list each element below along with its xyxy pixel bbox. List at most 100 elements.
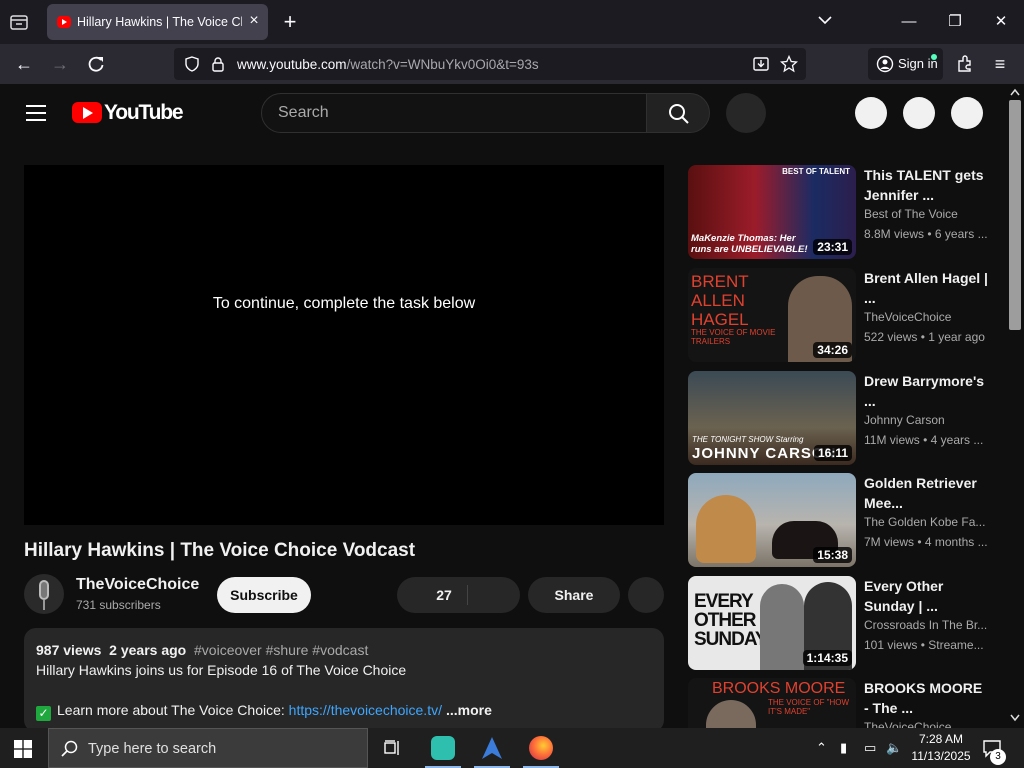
recommendation-channel[interactable]: Best of The Voice xyxy=(864,207,992,221)
taskbar-app-1[interactable] xyxy=(421,728,465,768)
reload-icon[interactable] xyxy=(86,54,106,74)
download-page-icon[interactable] xyxy=(752,55,770,73)
microphone-tray-icon[interactable]: ▮ xyxy=(840,740,856,756)
description-link[interactable]: https://thevoicechoice.tv/ xyxy=(289,702,442,718)
minimize-icon[interactable]: — xyxy=(897,10,921,34)
youtube-logo-text: YouTube xyxy=(104,101,184,124)
thumbnail-subcaption: THE VOICE OF "HOW IT'S MADE" xyxy=(768,698,850,716)
description-text: Hillary Hawkins joins us for Episode 16 … xyxy=(36,662,407,678)
video-duration: 16:11 xyxy=(813,445,852,461)
video-thumbnail[interactable]: 15:38 xyxy=(688,473,856,567)
guide-menu-icon[interactable] xyxy=(26,105,46,121)
account-icon xyxy=(876,55,894,73)
description-more-button[interactable]: ...more xyxy=(446,702,492,718)
recommendation-channel[interactable]: TheVoiceChoice xyxy=(864,310,992,324)
taskbar-search-input[interactable]: Type here to search xyxy=(48,728,368,768)
volume-icon[interactable]: 🔈 xyxy=(886,740,902,756)
url-text[interactable]: www.youtube.com/watch?v=WNbuYkv0Oi0&t=93… xyxy=(237,57,539,72)
scroll-down-icon[interactable] xyxy=(1010,714,1020,722)
recommendation-channel[interactable]: Johnny Carson xyxy=(864,413,992,427)
share-button[interactable]: Share xyxy=(528,577,620,613)
url-bar[interactable]: www.youtube.com/watch?v=WNbuYkv0Oi0&t=93… xyxy=(174,48,806,80)
recommendation-meta: 522 views • 1 year ago xyxy=(864,330,985,344)
recommendation-channel[interactable]: Crossroads In The Br... xyxy=(864,618,992,632)
page-scrollbar[interactable] xyxy=(1006,84,1024,728)
video-player[interactable]: To continue, complete the task below xyxy=(24,165,664,525)
thumbnail-person-1 xyxy=(760,584,804,670)
active-tab[interactable]: Hillary Hawkins | The Voice Choice Vodca… xyxy=(47,4,268,40)
clock-date: 11/13/2025 xyxy=(911,749,971,763)
recommendation-channel[interactable]: The Golden Kobe Fa... xyxy=(864,515,992,529)
description-box[interactable]: 987 views 2 years ago #voiceover #shure … xyxy=(24,628,664,728)
scrollbar-thumb[interactable] xyxy=(1009,100,1021,330)
recommendation-title[interactable]: BROOKS MOORE - The ... xyxy=(864,678,989,718)
close-window-icon[interactable]: ✕ xyxy=(989,10,1013,34)
recommendation-title[interactable]: Golden Retriever Mee... xyxy=(864,473,989,513)
search-button[interactable] xyxy=(646,93,710,133)
extensions-icon[interactable] xyxy=(955,54,975,74)
thumbnail-subcaption: THE VOICE OF MOVIE TRAILERS xyxy=(691,328,776,346)
new-tab-icon[interactable]: + xyxy=(280,10,300,34)
like-dislike-group[interactable]: 27 xyxy=(397,577,520,613)
tab-close-icon[interactable]: × xyxy=(246,13,262,29)
recommendation-item[interactable]: BROOKS MOORE THE VOICE OF "HOW IT'S MADE… xyxy=(688,678,993,728)
tab-list-icon[interactable] xyxy=(10,13,28,31)
browser-tab-bar: Hillary Hawkins | The Voice Choice Vodca… xyxy=(0,0,1024,44)
recommendation-title[interactable]: Drew Barrymore's ... xyxy=(864,371,989,411)
recommendation-channel[interactable]: TheVoiceChoice xyxy=(864,720,992,728)
description-learn-more: ✓ Learn more about The Voice Choice: http… xyxy=(36,702,492,721)
recommendation-item[interactable]: EVERY OTHER SUNDAY 1:14:35 Every Other S… xyxy=(688,576,993,672)
channel-subscribers: 731 subscribers xyxy=(76,598,161,612)
taskbar-firefox[interactable] xyxy=(519,728,563,768)
show-hidden-icons-chevron-icon[interactable]: ⌃ xyxy=(816,740,832,756)
video-thumbnail[interactable]: THE TONIGHT SHOW Starring JOHNNY CARSON … xyxy=(688,371,856,465)
like-count[interactable]: 27 xyxy=(397,587,491,603)
shield-icon[interactable] xyxy=(184,56,200,72)
list-all-tabs-chevron-icon[interactable] xyxy=(817,12,833,28)
lock-icon[interactable] xyxy=(210,56,226,72)
header-action-3[interactable] xyxy=(951,97,983,129)
youtube-logo[interactable]: YouTube xyxy=(72,101,184,124)
video-thumbnail[interactable]: BRENT ALLEN HAGEL THE VOICE OF MOVIE TRA… xyxy=(688,268,856,362)
header-action-2[interactable] xyxy=(903,97,935,129)
recommendation-title[interactable]: Brent Allen Hagel | ... xyxy=(864,268,989,308)
task-view-button[interactable] xyxy=(370,728,414,768)
player-message: To continue, complete the task below xyxy=(212,295,476,312)
recommendation-title[interactable]: This TALENT gets Jennifer ... xyxy=(864,165,989,205)
recommendation-item[interactable]: THE TONIGHT SHOW Starring JOHNNY CARSON … xyxy=(688,371,993,467)
recommendation-item[interactable]: BEST OF TALENT MaKenzie Thomas: Her runs… xyxy=(688,165,993,261)
forward-icon[interactable]: → xyxy=(50,54,70,74)
bookmark-star-icon[interactable] xyxy=(780,55,798,73)
video-thumbnail[interactable]: EVERY OTHER SUNDAY 1:14:35 xyxy=(688,576,856,670)
taskbar-app-2[interactable] xyxy=(470,728,514,768)
scroll-up-icon[interactable] xyxy=(1010,88,1020,96)
recommendation-item[interactable]: 15:38 Golden Retriever Mee... The Golden… xyxy=(688,473,993,569)
channel-name[interactable]: TheVoiceChoice xyxy=(76,576,199,594)
windows-start-icon[interactable] xyxy=(14,740,32,758)
voice-search-button[interactable] xyxy=(726,93,766,133)
header-action-1[interactable] xyxy=(855,97,887,129)
network-icon[interactable]: ▭ xyxy=(864,740,880,756)
search-input[interactable]: Search xyxy=(261,93,647,133)
app-menu-icon[interactable]: ≡ xyxy=(990,54,1010,74)
taskbar-clock[interactable]: 7:28 AM 11/13/2025 xyxy=(906,731,976,765)
subscribe-button[interactable]: Subscribe xyxy=(217,577,311,613)
video-thumbnail[interactable]: BROOKS MOORE THE VOICE OF "HOW IT'S MADE… xyxy=(688,678,856,728)
recommendation-meta: 7M views • 4 months ... xyxy=(864,535,988,549)
channel-avatar[interactable] xyxy=(24,574,64,614)
back-icon[interactable]: ← xyxy=(14,54,34,74)
video-thumbnail[interactable]: BEST OF TALENT MaKenzie Thomas: Her runs… xyxy=(688,165,856,259)
restore-icon[interactable]: ❐ xyxy=(943,10,967,34)
thumbnail-dog-1 xyxy=(696,495,756,563)
more-actions-button[interactable] xyxy=(628,577,664,613)
chat-app-icon xyxy=(431,736,455,760)
firefox-icon xyxy=(529,736,553,760)
recommendation-item[interactable]: BRENT ALLEN HAGEL THE VOICE OF MOVIE TRA… xyxy=(688,268,993,364)
youtube-play-icon xyxy=(72,102,102,123)
windows-taskbar: Type here to search ⌃ ▮ ▭ 🔈 7:28 AM 11/1… xyxy=(0,728,1024,768)
like-divider xyxy=(467,585,468,605)
recommendation-title[interactable]: Every Other Sunday | ... xyxy=(864,576,989,616)
sign-in-button[interactable]: Sign in xyxy=(868,48,943,80)
arrow-app-icon xyxy=(482,737,502,759)
description-stats: 987 views 2 years ago #voiceover #shure … xyxy=(36,642,369,658)
